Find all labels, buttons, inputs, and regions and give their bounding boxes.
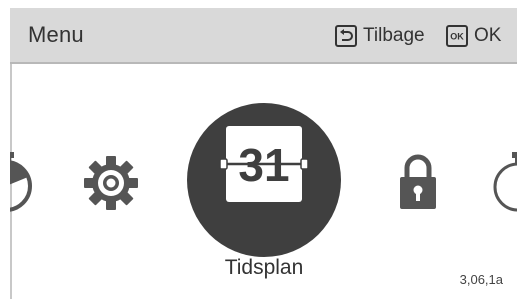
back-label: Tilbage <box>363 25 425 46</box>
carousel-item-stopwatch[interactable] <box>10 150 36 214</box>
calendar-date: 31 <box>238 139 289 191</box>
carousel-item-timer[interactable] <box>490 150 517 214</box>
ok-icon: OK <box>446 25 468 47</box>
ok-icon-text: OK <box>450 32 464 42</box>
carousel-item-settings[interactable] <box>82 154 140 212</box>
selected-item-label: Tidsplan <box>224 256 304 279</box>
lock-icon <box>400 154 436 209</box>
menu-screen: Menu Tilbage OK OK 31 Tidsplan 3,06,1a <box>0 0 517 299</box>
stopwatch-icon <box>10 152 32 212</box>
page-title: Menu <box>28 22 84 47</box>
back-button[interactable]: Tilbage <box>335 22 425 50</box>
back-icon <box>335 25 357 47</box>
calendar-icon: 31 <box>219 126 309 202</box>
timer-icon <box>493 152 517 212</box>
selected-item-highlight[interactable]: 31 <box>187 103 341 257</box>
ok-button[interactable]: OK OK <box>446 22 501 50</box>
gear-icon <box>84 156 138 210</box>
ok-label: OK <box>474 25 502 46</box>
header-bar: Menu Tilbage OK OK <box>10 8 517 64</box>
figure-reference: 3,06,1a <box>459 272 503 287</box>
carousel-item-lock[interactable] <box>398 150 438 212</box>
